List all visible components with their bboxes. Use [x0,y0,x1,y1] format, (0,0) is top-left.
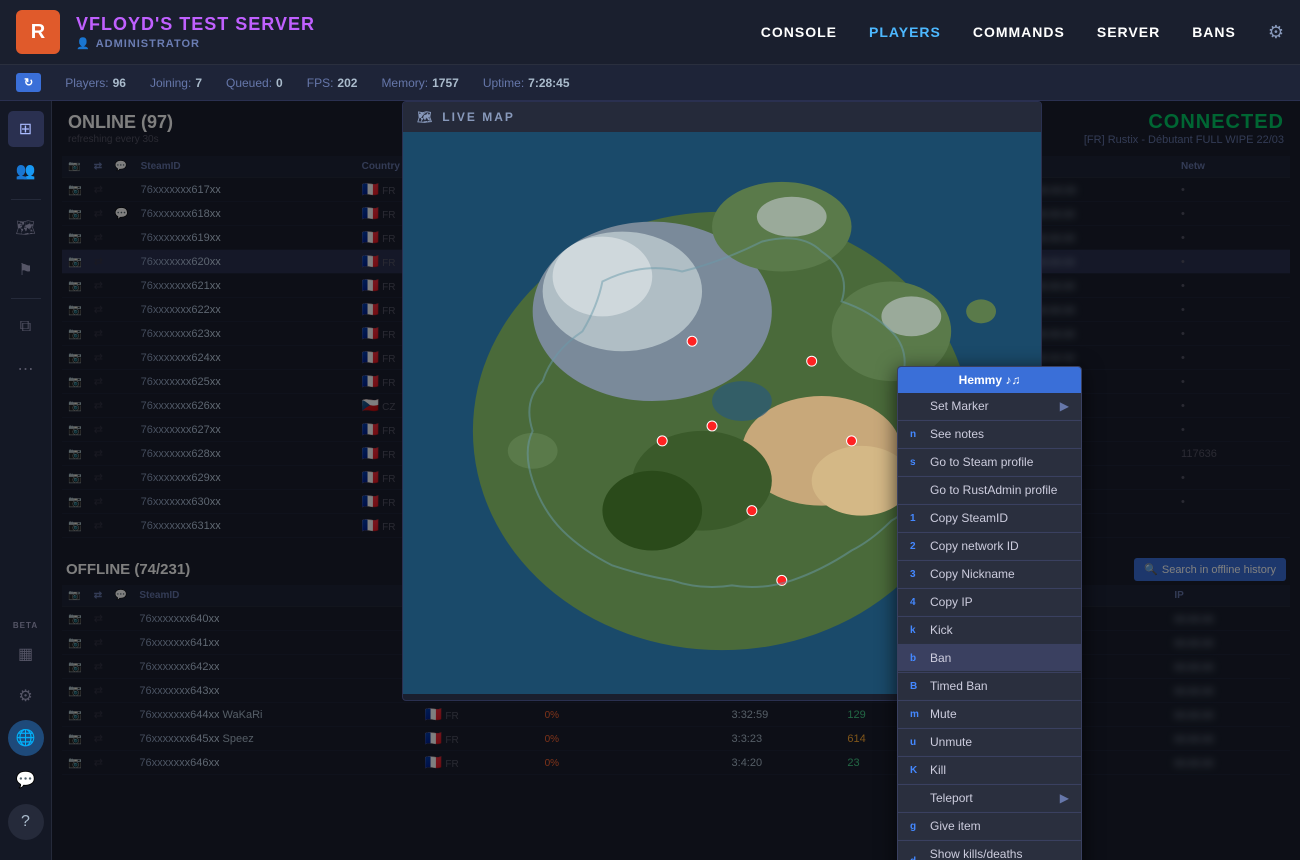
item-label: Go to RustAdmin profile [930,483,1057,497]
item-label: Kick [930,623,953,637]
context-menu-header: Hemmy ♪♫ [898,367,1081,393]
submenu-arrow: ▶ [1060,399,1069,413]
sidebar-item-nodes[interactable]: ⋯ [8,351,44,387]
item-key: 3 [910,569,922,580]
item-key: d [910,856,922,860]
item-key: u [910,737,922,748]
map-title: LIVE MAP [442,110,515,124]
fps-count: FPS: 202 [307,76,358,90]
item-label: Copy network ID [930,539,1019,553]
nav-console[interactable]: CONSOLE [761,24,837,40]
uptime-count: Uptime: 7:28:45 [483,76,570,90]
queued-count: Queued: 0 [226,76,283,90]
refresh-button[interactable]: ↻ [16,73,41,92]
item-label: Set Marker [930,399,989,413]
item-key: 4 [910,597,922,608]
context-menu: Hemmy ♪♫ Set Marker ▶ n See notes s Go t… [897,366,1082,860]
nav-commands[interactable]: COMMANDS [973,24,1065,40]
context-menu-item[interactable]: k Kick [898,617,1081,644]
sidebar-item-home[interactable]: ⊞ [8,111,44,147]
item-key: 2 [910,541,922,552]
context-menu-item[interactable]: Set Marker ▶ [898,393,1081,420]
sidebar-divider-2 [11,298,41,299]
sidebar-item-settings[interactable]: ⚙ [8,678,44,714]
item-label: Unmute [930,735,972,749]
item-label: Timed Ban [930,679,988,693]
item-key: K [910,765,922,776]
sidebar-item-help[interactable]: ? [8,804,44,840]
content-area: ONLINE (97) refreshing every 30s CONNECT… [52,101,1300,860]
item-key: b [910,653,922,664]
item-key: k [910,625,922,636]
map-overlay[interactable]: 🗺 LIVE MAP [52,101,1300,860]
context-menu-item[interactable]: b Ban [898,645,1081,672]
item-key: B [910,681,922,692]
context-menu-item[interactable]: Go to RustAdmin profile [898,477,1081,504]
item-label: Give item [930,819,981,833]
item-label: Teleport [930,791,973,805]
sidebar-item-discord[interactable]: 💬 [8,762,44,798]
context-menu-item[interactable]: u Unmute [898,729,1081,756]
context-menu-item[interactable]: B Timed Ban [898,673,1081,700]
sidebar-divider-1 [11,199,41,200]
context-menu-item[interactable]: d Show kills/deaths statistics [898,841,1081,860]
context-menu-item[interactable]: s Go to Steam profile [898,449,1081,476]
sidebar-bottom: BETA ▦ ⚙ 🌐 💬 ? [8,621,44,850]
role-icon: 👤 [76,37,91,50]
sidebar-item-dashboard[interactable]: ▦ [8,636,44,672]
context-menu-item[interactable]: n See notes [898,421,1081,448]
item-label: Kill [930,763,946,777]
context-menu-item[interactable]: 2 Copy network ID [898,533,1081,560]
context-menu-item[interactable]: K Kill [898,757,1081,784]
app-logo: R [16,10,60,54]
submenu-arrow: ▶ [1060,791,1069,805]
main-layout: ⊞ 👥 🗺 ⚑ ⧉ ⋯ BETA ▦ ⚙ 🌐 💬 ? ONLINE (97) r… [0,101,1300,860]
item-label: Mute [930,707,957,721]
item-key: g [910,821,922,832]
context-menu-item[interactable]: g Give item [898,813,1081,840]
item-label: Ban [930,651,951,665]
item-key: n [910,429,922,440]
sidebar-item-globe[interactable]: 🌐 [8,720,44,756]
context-menu-item[interactable]: 1 Copy SteamID [898,505,1081,532]
players-count: Players: 96 [65,76,126,90]
top-navigation: R VFLOYD'S TEST SERVER 👤 ADMINISTRATOR C… [0,0,1300,65]
context-menu-item[interactable]: 3 Copy Nickname [898,561,1081,588]
memory-count: Memory: 1757 [381,76,458,90]
item-key: 1 [910,513,922,524]
context-menu-item[interactable]: 4 Copy IP [898,589,1081,616]
nav-bans[interactable]: BANS [1192,24,1236,40]
sidebar-item-users[interactable]: 👥 [8,153,44,189]
item-label: See notes [930,427,984,441]
settings-icon[interactable]: ⚙ [1268,22,1284,43]
item-label: Copy Nickname [930,567,1015,581]
sidebar: ⊞ 👥 🗺 ⚑ ⧉ ⋯ BETA ▦ ⚙ 🌐 💬 ? [0,101,52,860]
item-label: Copy SteamID [930,511,1008,525]
sidebar-item-flag[interactable]: ⚑ [8,252,44,288]
map-modal-header: 🗺 LIVE MAP [403,102,1041,132]
item-key: m [910,709,922,720]
map-icon: 🗺 [417,110,434,124]
role-badge: 👤 ADMINISTRATOR [76,37,315,50]
item-label: Go to Steam profile [930,455,1033,469]
server-title: VFLOYD'S TEST SERVER [76,14,315,35]
nav-server[interactable]: SERVER [1097,24,1160,40]
joining-count: Joining: 7 [150,76,202,90]
item-label: Show kills/deaths statistics [930,847,1069,860]
beta-label: BETA [13,621,38,630]
context-menu-item[interactable]: m Mute [898,701,1081,728]
sidebar-item-map[interactable]: 🗺 [8,210,44,246]
sidebar-item-layers[interactable]: ⧉ [8,309,44,345]
context-menu-item[interactable]: Teleport ▶ [898,785,1081,812]
item-key: s [910,457,922,468]
status-bar: ↻ Players: 96 Joining: 7 Queued: 0 FPS: … [0,65,1300,101]
item-label: Copy IP [930,595,973,609]
nav-players[interactable]: PLAYERS [869,24,941,40]
nav-links: CONSOLE PLAYERS COMMANDS SERVER BANS ⚙ [761,22,1284,43]
